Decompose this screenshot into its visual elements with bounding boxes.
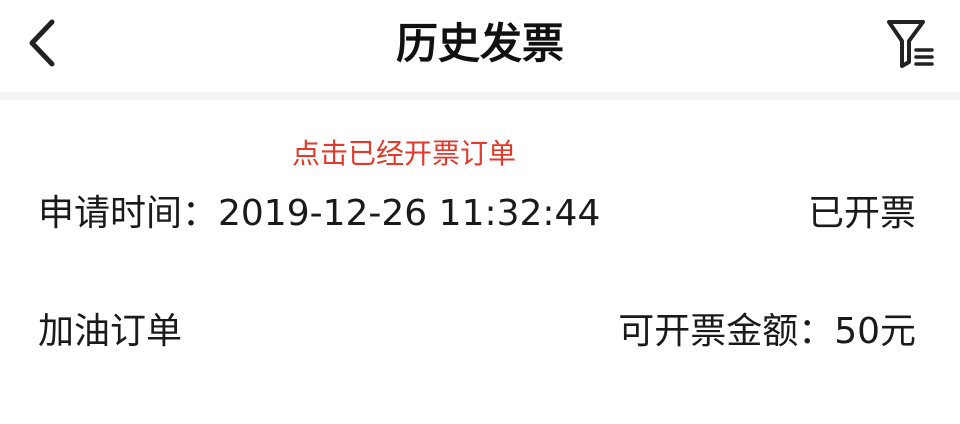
page-title: 历史发票	[395, 19, 564, 68]
filter-button[interactable]	[884, 14, 938, 72]
invoice-status: 已开票	[807, 193, 916, 234]
apply-time: 申请时间：2019-12-26 11:32:44	[38, 193, 601, 234]
annotation-text: 点击已经开票订单	[292, 137, 517, 170]
order-type: 加油订单	[38, 311, 183, 352]
filter-icon	[887, 20, 934, 68]
invoice-amount: 可开票金额：50元	[618, 311, 916, 352]
navigation-bar: 历史发票	[0, 0, 960, 92]
